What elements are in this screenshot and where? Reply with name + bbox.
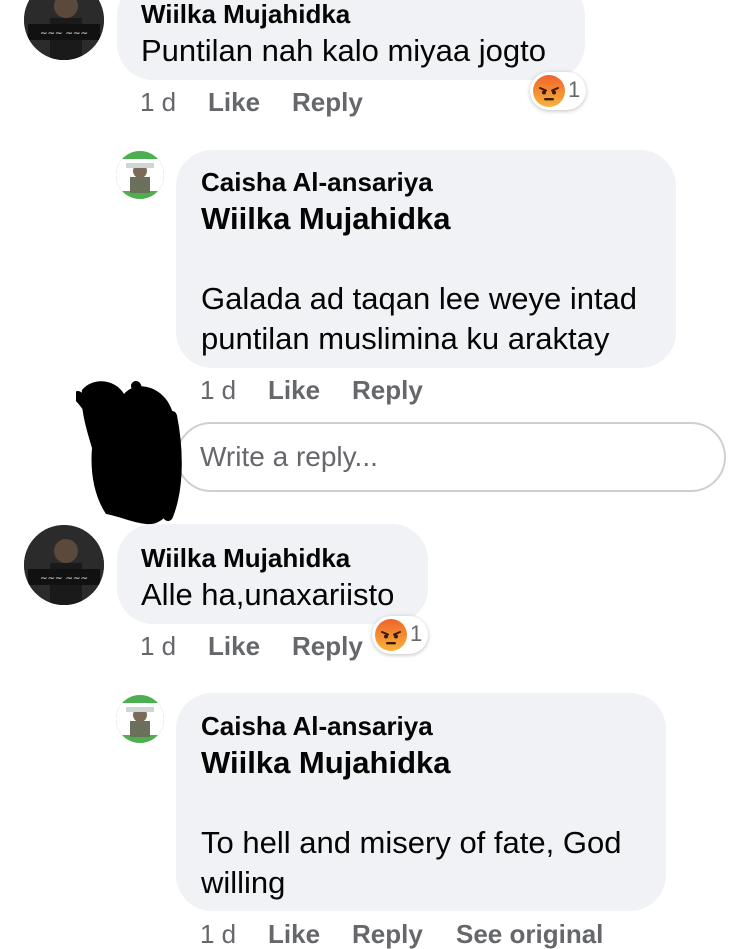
reply-input-container[interactable] [176, 422, 726, 492]
comment-text: Alle ha,unaxariisto [141, 577, 395, 612]
comment-timestamp[interactable]: 1 d [200, 919, 236, 949]
reply-button[interactable]: Reply [292, 87, 363, 118]
mention-link[interactable]: Wiilka Mujahidka [201, 201, 451, 237]
like-button[interactable]: Like [268, 919, 320, 949]
comment-timestamp[interactable]: 1 d [140, 631, 176, 662]
comment-author[interactable]: Wiilka Mujahidka [141, 543, 350, 574]
comment-timestamp[interactable]: 1 d [200, 375, 236, 406]
reaction-summary[interactable]: 1 [530, 72, 586, 110]
comment-author[interactable]: Wiilka Mujahidka [141, 0, 350, 30]
reaction-count: 1 [568, 77, 581, 102]
avatar[interactable] [116, 695, 164, 743]
svg-text:~~~ ~~~: ~~~ ~~~ [40, 574, 88, 584]
angry-reaction-icon [375, 619, 407, 651]
like-button[interactable]: Like [208, 631, 260, 662]
angry-reaction-icon [533, 75, 565, 107]
avatar-image [116, 695, 164, 743]
reply-input[interactable] [200, 438, 700, 476]
reply-button[interactable]: Reply [292, 631, 363, 662]
comment-author[interactable]: Caisha Al-ansariya [201, 167, 433, 198]
comment-text: To hell and misery of fate, God willing [201, 825, 622, 900]
avatar[interactable]: ~~~ ~~~ [24, 0, 104, 60]
avatar-image: ~~~ ~~~ [24, 0, 104, 60]
avatar[interactable] [116, 151, 164, 199]
comment-text: Puntilan nah kalo miyaa jogto [141, 33, 546, 68]
avatar[interactable]: ~~~ ~~~ [24, 525, 104, 605]
like-button[interactable]: Like [268, 375, 320, 406]
comment-text: Galada ad taqan lee weye intad puntilan … [201, 281, 638, 356]
see-original-button[interactable]: See original [456, 919, 603, 949]
reply-button[interactable]: Reply [352, 919, 423, 949]
reaction-count: 1 [410, 621, 423, 646]
comment-timestamp[interactable]: 1 d [140, 87, 176, 118]
reply-button[interactable]: Reply [352, 375, 423, 406]
svg-text:~~~ ~~~: ~~~ ~~~ [40, 29, 88, 39]
reaction-summary[interactable]: 1 [372, 616, 428, 654]
comment-author[interactable]: Caisha Al-ansariya [201, 711, 433, 742]
avatar-image [116, 151, 164, 199]
avatar-image: ~~~ ~~~ [24, 525, 104, 605]
redaction-scribble [76, 381, 182, 525]
like-button[interactable]: Like [208, 87, 260, 118]
mention-link[interactable]: Wiilka Mujahidka [201, 745, 451, 781]
